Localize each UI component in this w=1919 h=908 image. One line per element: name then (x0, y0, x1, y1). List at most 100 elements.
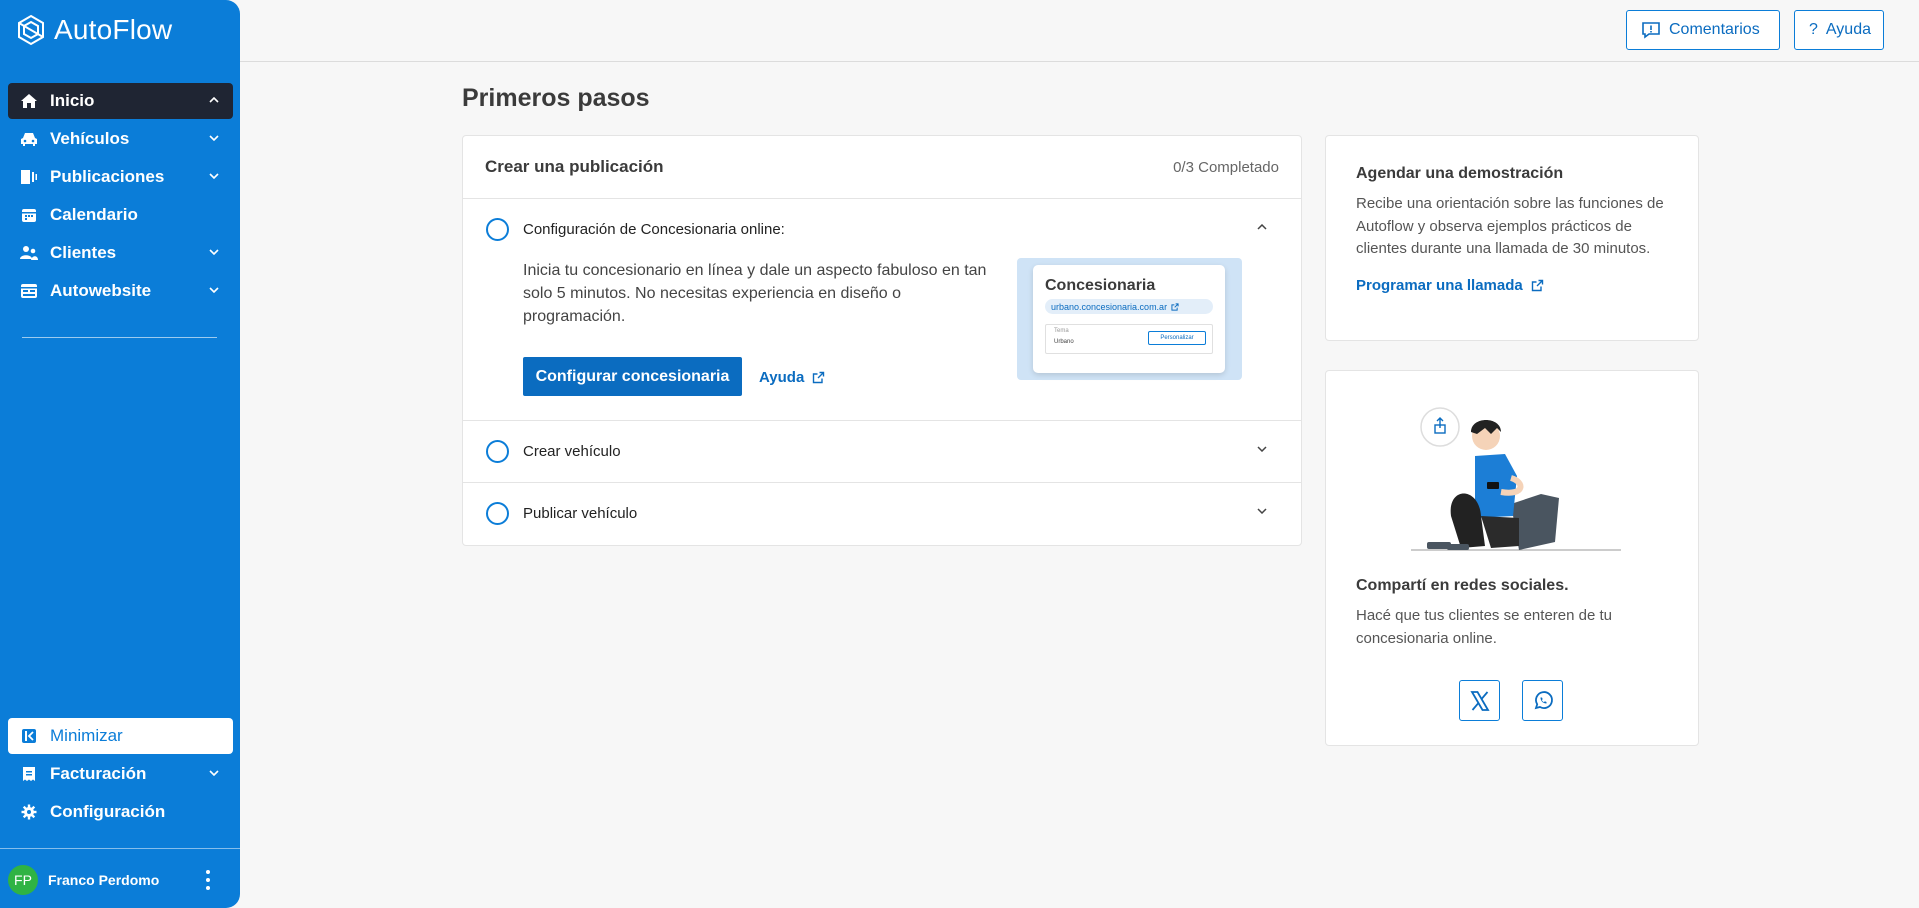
page-title: Primeros pasos (462, 84, 650, 112)
demo-title: Agendar una demostración (1356, 165, 1564, 182)
share-description: Hacé que tus clientes se enteren de tu c… (1356, 607, 1612, 647)
preview-title: Concesionaria (1045, 277, 1156, 294)
step-status-circle-icon (486, 440, 509, 463)
preview-url-text: urbano.concesionaria.com.ar (1051, 301, 1168, 312)
preview-url: urbano.concesionaria.com.ar (1045, 299, 1213, 314)
sidebar-item-label: Inicio (50, 91, 95, 110)
calendar-icon (20, 206, 38, 224)
comment-icon (1642, 22, 1660, 39)
user-profile[interactable]: FP Franco Perdomo (8, 865, 233, 895)
whatsapp-icon (1534, 690, 1553, 709)
avatar: FP (8, 865, 38, 895)
step-header[interactable]: Publicar vehículo (463, 483, 1301, 544)
getting-started-card: Crear una publicación 0/3 Completado Con… (462, 135, 1302, 546)
step-description: Inicia tu concesionario en línea y dale … (523, 262, 987, 325)
step-title: Crear vehículo (523, 443, 621, 460)
chevron-down-icon[interactable] (1257, 505, 1267, 517)
help-label: Ayuda (1825, 21, 1871, 38)
step-status-circle-icon (486, 502, 509, 525)
chevron-down-icon (209, 170, 219, 182)
external-link-icon (813, 371, 825, 384)
sidebar-item-vehiculos[interactable]: Vehículos (8, 121, 233, 157)
user-divider (0, 848, 240, 849)
sidebar-item-publicaciones[interactable]: Publicaciones (8, 159, 233, 195)
help-link[interactable]: Ayuda (759, 369, 825, 386)
sidebar: AutoFlow Inicio Vehículos Publicaciones … (0, 0, 240, 908)
sidebar-item-label: Calendario (50, 205, 138, 224)
steps-progress: 0/3 Completado (1173, 158, 1279, 176)
sidebar-item-facturacion[interactable]: Facturación (8, 756, 233, 792)
preview-field-value: Urbano (1054, 339, 1074, 345)
topbar: Comentarios ? Ayuda (240, 0, 1919, 62)
demo-card: Agendar una demostración Recibe una orie… (1325, 135, 1699, 341)
chevron-up-icon (209, 94, 219, 106)
preview-form: Tema Urbano Personalizar (1045, 324, 1213, 354)
more-options-icon[interactable] (201, 870, 215, 890)
steps-title: Crear una publicación (485, 157, 664, 176)
configure-dealership-button[interactable]: Configurar concesionaria (523, 357, 742, 396)
step-header[interactable]: Configuración de Concesionaria online: (463, 199, 1301, 260)
sidebar-item-minimizar[interactable]: Minimizar (8, 718, 233, 754)
sidebar-item-label: Facturación (50, 764, 147, 783)
external-link-icon (1531, 279, 1543, 291)
demo-description: Recibe una orientación sobre las funcion… (1356, 195, 1664, 257)
chevron-down-icon[interactable] (1257, 443, 1267, 455)
share-x-button[interactable] (1459, 680, 1500, 721)
app-logo[interactable]: AutoFlow (16, 14, 172, 46)
user-name: Franco Perdomo (48, 872, 160, 888)
step-status-circle-icon (486, 218, 509, 241)
sidebar-item-label: Vehículos (50, 129, 130, 148)
step-title: Publicar vehículo (523, 505, 638, 522)
chevron-down-icon (209, 284, 219, 296)
preview-card: Concesionaria urbano.concesionaria.com.a… (1033, 265, 1225, 373)
sidebar-item-configuracion[interactable]: Configuración (8, 794, 233, 830)
step-setup-dealership: Configuración de Concesionaria online: I… (463, 199, 1301, 421)
website-icon (20, 282, 38, 300)
help-link-label: Ayuda (759, 369, 805, 386)
step-publish-vehicle: Publicar vehículo (463, 483, 1301, 544)
sidebar-item-label: Autowebsite (50, 281, 152, 300)
schedule-call-link[interactable]: Programar una llamada (1356, 277, 1668, 294)
steps-header: Crear una publicación 0/3 Completado (463, 136, 1301, 199)
publications-icon (20, 168, 38, 186)
app-name: AutoFlow (54, 14, 173, 45)
preview-field-label: Tema (1054, 328, 1069, 334)
receipt-icon (20, 765, 38, 783)
share-title: Compartí en redes sociales. (1356, 577, 1569, 594)
help-button[interactable]: ? Ayuda (1794, 10, 1884, 50)
preview-customize-button: Personalizar (1148, 331, 1206, 345)
sidebar-item-inicio[interactable]: Inicio (8, 83, 233, 119)
external-link-icon (1171, 302, 1179, 311)
chevron-up-icon[interactable] (1257, 221, 1267, 233)
sidebar-item-autowebsite[interactable]: Autowebsite (8, 273, 233, 309)
sidebar-nav: Inicio Vehículos Publicaciones Calendari… (8, 83, 233, 311)
sidebar-item-clientes[interactable]: Clientes (8, 235, 233, 271)
person-sharing-illustration (1411, 407, 1621, 551)
share-card: Compartí en redes sociales. Hacé que tus… (1325, 370, 1699, 746)
sidebar-item-label: Configuración (50, 802, 166, 821)
schedule-call-label: Programar una llamada (1356, 276, 1523, 294)
step-create-vehicle: Crear vehículo (463, 421, 1301, 483)
sidebar-item-label: Publicaciones (50, 167, 165, 186)
sidebar-item-label: Minimizar (50, 726, 123, 745)
sidebar-bottom-nav: Minimizar Facturación Configuración (8, 718, 233, 832)
chevron-down-icon (209, 132, 219, 144)
dealership-preview-image: Concesionaria urbano.concesionaria.com.a… (1017, 258, 1242, 380)
step-header[interactable]: Crear vehículo (463, 421, 1301, 482)
step-title: Configuración de Concesionaria online: (523, 221, 785, 238)
gear-icon (20, 803, 38, 821)
chevron-down-icon (209, 246, 219, 258)
chevron-down-icon (209, 767, 219, 779)
comments-button[interactable]: Comentarios (1626, 10, 1780, 50)
sidebar-item-label: Clientes (50, 243, 117, 262)
users-icon (20, 244, 38, 262)
x-icon (1469, 690, 1490, 711)
sidebar-divider (22, 337, 217, 338)
share-whatsapp-button[interactable] (1522, 680, 1563, 721)
sidebar-item-calendario[interactable]: Calendario (8, 197, 233, 233)
collapse-icon (20, 727, 38, 745)
autoflow-logo-icon (18, 14, 44, 46)
comments-label: Comentarios (1669, 21, 1760, 38)
question-icon: ? (1809, 21, 1818, 38)
car-icon (20, 130, 38, 148)
